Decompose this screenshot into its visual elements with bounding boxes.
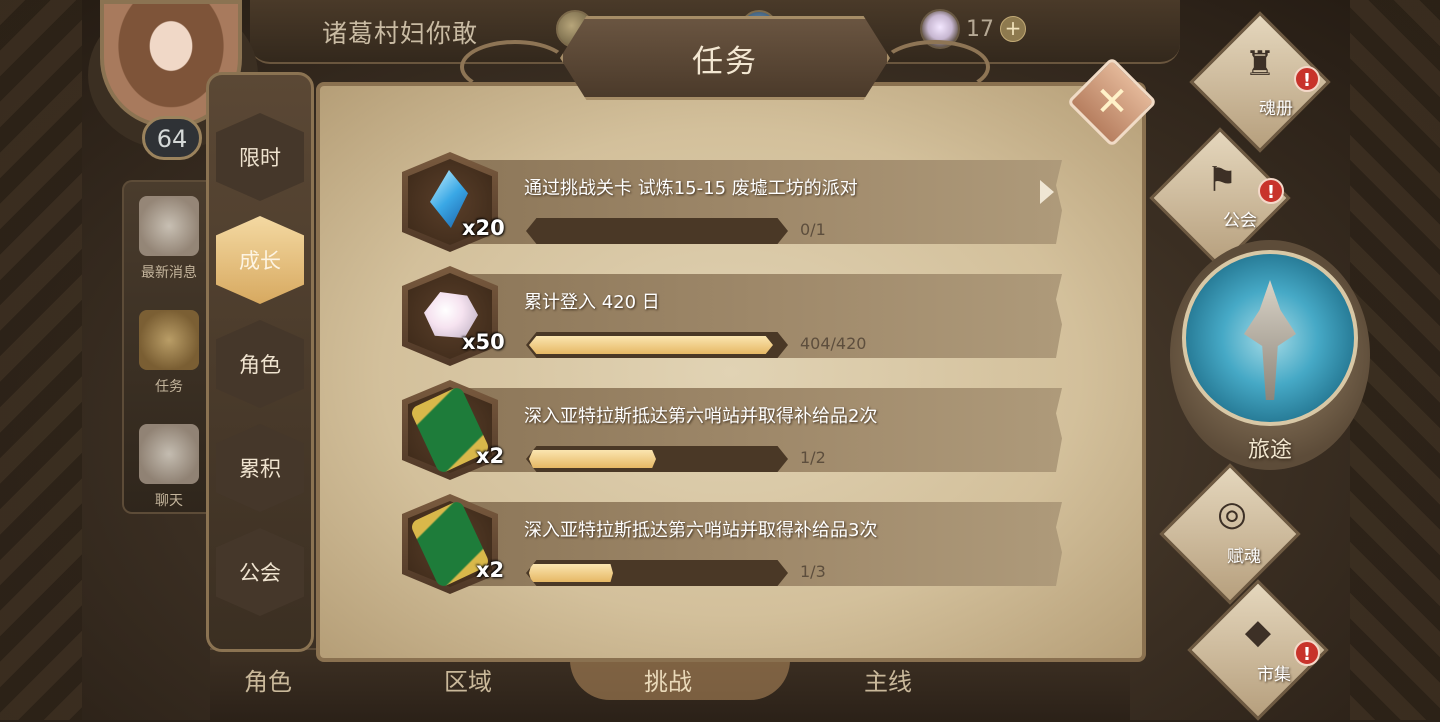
progress-text: 1/3	[800, 562, 826, 581]
side-item-quests[interactable]: 任务	[128, 310, 210, 410]
go-arrow-icon[interactable]	[1040, 180, 1054, 204]
quest-row[interactable]: x50 累计登入 420 日 404/420	[402, 266, 1062, 366]
progress-bar	[526, 446, 788, 472]
progress-text: 0/1	[800, 220, 826, 239]
bottom-nav-region[interactable]: 区域	[444, 662, 492, 697]
soul-book-label: 魂册	[1259, 99, 1293, 119]
side-item-label: 最新消息	[141, 265, 197, 281]
shield-badge-icon	[139, 310, 199, 370]
guild-alert-icon: !	[1258, 178, 1284, 204]
progress-text: 1/2	[800, 448, 826, 467]
soul-book-alert-icon: !	[1294, 66, 1320, 92]
progress-bar	[526, 218, 788, 244]
soul-book-icon: ♜	[1244, 44, 1276, 84]
quest-title: 深入亚特拉斯抵达第六哨站并取得补给品2次	[524, 406, 878, 427]
quest-row[interactable]: x2 深入亚特拉斯抵达第六哨站并取得补给品2次 1/2	[402, 380, 1062, 480]
scroll-icon	[139, 196, 199, 256]
market-alert-icon: !	[1294, 640, 1320, 666]
quest-row[interactable]: x2 深入亚特拉斯抵达第六哨站并取得补给品3次 1/3	[402, 494, 1062, 594]
chat-bubble-icon	[139, 424, 199, 484]
close-icon: ✕	[1095, 79, 1129, 125]
quest-title: 通过挑战关卡 试炼15-15 废墟工坊的派对	[524, 178, 858, 199]
player-name: 诸葛村妇你敢	[322, 19, 479, 48]
swirl-icon: ◎	[1217, 494, 1247, 534]
add-gems-button[interactable]: +	[1000, 16, 1026, 42]
bottom-nav-main[interactable]: 主线	[864, 662, 912, 697]
side-item-label: 聊天	[155, 493, 183, 509]
side-item-label: 任务	[155, 379, 183, 395]
reward-quantity: x2	[476, 558, 505, 582]
gem-count: 17	[966, 16, 994, 42]
diamond-icon: ◆	[1244, 612, 1272, 652]
guild-icon: ⚑	[1206, 160, 1238, 200]
guild-label: 公会	[1223, 211, 1257, 231]
reward-quantity: x50	[462, 330, 505, 354]
left-decor-strip	[0, 0, 82, 720]
side-item-chat[interactable]: 聊天	[128, 424, 210, 524]
reward-quantity: x2	[476, 444, 505, 468]
bottom-nav-role[interactable]: 角色	[244, 662, 292, 697]
panel-title: 任务	[692, 43, 758, 80]
panel-title-plate: 任务	[560, 16, 890, 100]
progress-bar	[526, 560, 788, 586]
quest-title: 累计登入 420 日	[524, 292, 660, 313]
progress-fill	[529, 336, 773, 354]
progress-bar	[526, 332, 788, 358]
progress-fill	[529, 450, 656, 468]
talent-label: 赋魂	[1227, 547, 1261, 567]
title-ornament-right	[880, 40, 990, 94]
side-item-news[interactable]: 最新消息	[128, 196, 210, 296]
title-ornament-left	[460, 40, 570, 94]
reward-quantity: x20	[462, 216, 505, 240]
player-level: 64	[142, 116, 202, 160]
journey-label: 旅途	[1247, 438, 1292, 463]
progress-text: 404/420	[800, 334, 867, 353]
bottom-nav-challenge[interactable]: 挑战	[644, 662, 692, 697]
quest-row[interactable]: x20 通过挑战关卡 试炼15-15 废墟工坊的派对 0/1	[402, 152, 1062, 252]
progress-fill	[529, 564, 613, 582]
quest-title: 深入亚特拉斯抵达第六哨站并取得补给品3次	[524, 520, 878, 541]
